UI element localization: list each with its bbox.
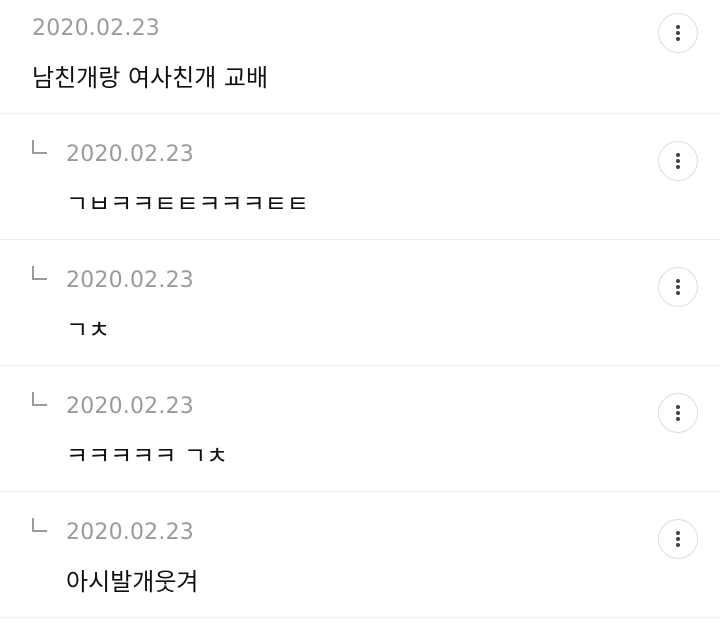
reply-text: ㄱㅂㅋㅋㅌㅌㅋㅋㅋㅌㅌ [66, 190, 309, 218]
more-vertical-icon [676, 25, 680, 41]
reply-arrow-icon [32, 518, 47, 532]
reply-date: 2020.02.23 [66, 142, 194, 167]
more-options-button[interactable] [658, 141, 698, 181]
reply-item: 2020.02.23 ㄱㅂㅋㅋㅌㅌㅋㅋㅋㅌㅌ [0, 114, 720, 240]
reply-item: 2020.02.23 ㅋㅋㅋㅋㅋ ㄱㅊ [0, 366, 720, 492]
reply-date: 2020.02.23 [66, 520, 194, 545]
reply-arrow-icon [32, 140, 47, 154]
more-options-button[interactable] [658, 393, 698, 433]
reply-text: ㄱㅊ [66, 316, 111, 344]
reply-date: 2020.02.23 [66, 268, 194, 293]
reply-text: 아시발개웃겨 [66, 568, 199, 596]
comment-date: 2020.02.23 [32, 16, 160, 41]
more-options-button[interactable] [658, 267, 698, 307]
reply-arrow-icon [32, 392, 47, 406]
more-vertical-icon [676, 405, 680, 421]
more-vertical-icon [676, 531, 680, 547]
comment-item: 2020.02.23 남친개랑 여사친개 교배 [0, 0, 720, 114]
reply-text: ㅋㅋㅋㅋㅋ ㄱㅊ [66, 442, 229, 470]
comment-text: 남친개랑 여사친개 교배 [32, 64, 269, 92]
comment-list: 2020.02.23 남친개랑 여사친개 교배 2020.02.23 ㄱㅂㅋㅋㅌ… [0, 0, 720, 618]
reply-item: 2020.02.23 ㄱㅊ [0, 240, 720, 366]
reply-item: 2020.02.23 아시발개웃겨 [0, 492, 720, 618]
more-vertical-icon [676, 153, 680, 169]
reply-date: 2020.02.23 [66, 394, 194, 419]
more-options-button[interactable] [658, 13, 698, 53]
more-vertical-icon [676, 279, 680, 295]
reply-arrow-icon [32, 266, 47, 280]
more-options-button[interactable] [658, 519, 698, 559]
